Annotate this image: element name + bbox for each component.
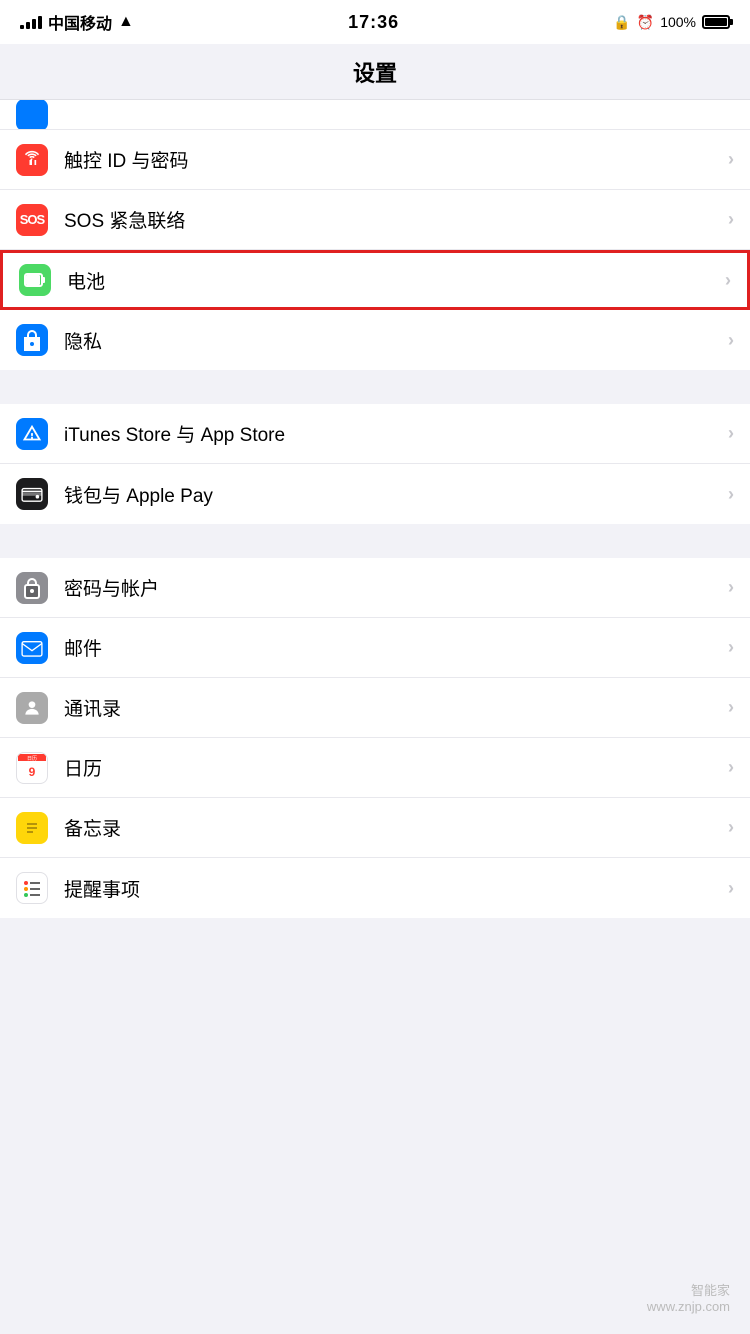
battery-label: 电池 [67,267,725,294]
battery-indicator [702,15,730,29]
appstore-label: iTunes Store 与 App Store [64,420,728,447]
status-left: 中国移动 ▲ [20,10,134,34]
contacts-item[interactable]: 通讯录 › [0,678,750,738]
contacts-label: 通讯录 [64,694,728,721]
privacy-chevron: › [728,330,734,351]
touch-id-item[interactable]: 触控 ID 与密码 › [0,130,750,190]
calendar-icon-svg: 9 日历 [18,754,46,782]
sos-label: SOS 紧急联络 [64,206,728,233]
nav-bar: 设置 [0,44,750,100]
mail-icon-svg [21,639,43,657]
appstore-icon [16,418,48,450]
passwords-label: 密码与帐户 [64,574,728,601]
signal-bar-3 [32,19,36,29]
privacy-label: 隐私 [64,327,728,354]
notes-chevron: › [728,817,734,838]
battery-percent: 100% [660,14,696,30]
settings-group-1: 触控 ID 与密码 › SOS SOS 紧急联络 › 电池 › 隐私 › [0,130,750,370]
wallet-icon [16,478,48,510]
battery-fill [705,18,727,26]
watermark: 智能家www.znjp.com [647,1280,730,1314]
notes-icon [16,812,48,844]
touch-id-chevron: › [728,149,734,170]
mail-icon [16,632,48,664]
settings-group-3: 密码与帐户 › 邮件 › 通讯录 › 9 日历 [0,558,750,918]
wallet-chevron: › [728,484,734,505]
privacy-item[interactable]: 隐私 › [0,310,750,370]
contacts-icon [16,692,48,724]
calendar-item[interactable]: 9 日历 日历 › [0,738,750,798]
contacts-icon-svg [22,698,42,718]
status-bar: 中国移动 ▲ 17:36 🔒 ⏰ 100% [0,0,750,44]
appstore-chevron: › [728,423,734,444]
reminders-icon-svg [20,876,44,900]
wifi-icon: ▲ [118,13,134,31]
battery-item[interactable]: 电池 › [0,250,750,310]
signal-bars [20,15,42,29]
settings-group-2: iTunes Store 与 App Store › 钱包与 Apple Pay… [0,404,750,524]
battery-chevron: › [725,270,731,291]
calendar-chevron: › [728,757,734,778]
reminders-chevron: › [728,878,734,899]
sos-chevron: › [728,209,734,230]
svg-text:9: 9 [29,765,36,779]
notes-icon-svg [22,817,42,839]
battery-icon-item [19,264,51,296]
passwords-chevron: › [728,577,734,598]
page-title: 设置 [353,56,397,88]
status-right: 🔒 ⏰ 100% [613,14,730,31]
alarm-icon: ⏰ [637,14,654,31]
touch-id-label: 触控 ID 与密码 [64,146,728,173]
battery-icon-svg [24,273,46,287]
wallet-label: 钱包与 Apple Pay [64,481,728,508]
reminders-label: 提醒事项 [64,875,728,902]
fingerprint-svg [22,150,42,170]
notes-item[interactable]: 备忘录 › [0,798,750,858]
privacy-icon [16,324,48,356]
reminders-item[interactable]: 提醒事项 › [0,858,750,918]
group-separator-1 [0,370,750,404]
passwords-item[interactable]: 密码与帐户 › [0,558,750,618]
sos-icon: SOS [16,204,48,236]
svg-text:日历: 日历 [27,756,37,762]
signal-bar-1 [20,25,24,29]
wallet-item[interactable]: 钱包与 Apple Pay › [0,464,750,524]
group-separator-2 [0,524,750,558]
passwords-icon [16,572,48,604]
sos-item[interactable]: SOS SOS 紧急联络 › [0,190,750,250]
calendar-icon: 9 日历 [16,752,48,784]
appstore-icon-svg [21,423,43,445]
signal-bar-4 [38,16,42,29]
mail-chevron: › [728,637,734,658]
touch-id-icon [16,144,48,176]
reminders-icon [16,872,48,904]
calendar-label: 日历 [64,754,728,781]
appstore-item[interactable]: iTunes Store 与 App Store › [0,404,750,464]
partial-icon [16,100,48,130]
privacy-icon-svg [22,329,42,351]
carrier-label: 中国移动 [48,10,112,34]
passwords-icon-svg [23,577,41,599]
partial-item [0,100,750,130]
battery-icon [702,15,730,29]
notes-label: 备忘录 [64,814,728,841]
wallet-icon-svg [21,485,43,503]
signal-bar-2 [26,22,30,29]
contacts-chevron: › [728,697,734,718]
mail-label: 邮件 [64,634,728,661]
status-time: 17:36 [348,12,399,33]
lock-icon: 🔒 [613,14,630,31]
mail-item[interactable]: 邮件 › [0,618,750,678]
